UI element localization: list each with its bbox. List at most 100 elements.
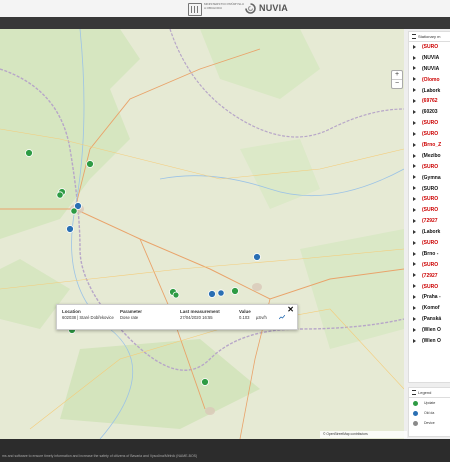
station-item[interactable]: (SURO (409, 184, 450, 195)
station-label: (Wien O (422, 338, 441, 345)
zoom-control: + − (391, 70, 403, 89)
station-item[interactable]: (Olomo (409, 75, 450, 86)
value-number: 0.103 (239, 315, 250, 320)
chart-icon[interactable] (279, 315, 285, 320)
station-item[interactable]: (NUVIA (409, 64, 450, 75)
map-marker[interactable] (86, 160, 94, 168)
station-item[interactable]: (Wien O (409, 325, 450, 336)
station-item[interactable]: (72927 (409, 271, 450, 282)
last-measurement-header: Last measurement (180, 309, 220, 314)
map-marker[interactable] (25, 149, 33, 157)
zoom-in-button[interactable]: + (392, 71, 402, 79)
map-marker[interactable] (253, 253, 261, 261)
list-icon (412, 390, 416, 396)
caret-right-icon (413, 316, 416, 321)
caret-right-icon (413, 55, 416, 60)
station-label: (SURO (422, 131, 439, 138)
station-label: (SURO (422, 207, 439, 214)
station-item[interactable]: (SURO (409, 282, 450, 293)
legend-item: Old da (409, 408, 450, 418)
station-item[interactable]: (Brno - (409, 249, 450, 260)
caret-right-icon (413, 251, 416, 256)
legend-label: Old da (424, 411, 435, 415)
station-label: (SURO (422, 185, 439, 192)
legend-label: Update (424, 401, 436, 405)
stations-list: (SURO (NUVIA (NUVIA (Olomo (Labork (69762 (602… (409, 42, 450, 347)
station-item[interactable]: (Panská (409, 314, 450, 325)
map-marker[interactable] (70, 207, 78, 215)
caret-right-icon (413, 218, 416, 223)
map-marker[interactable] (56, 191, 64, 199)
caret-right-icon (413, 240, 416, 245)
station-item[interactable]: (SURO (409, 205, 450, 216)
station-item[interactable]: (SURO (409, 42, 450, 53)
caret-right-icon (413, 99, 416, 104)
station-label: (Mezibo (422, 152, 441, 159)
map-marker[interactable] (208, 290, 216, 298)
caret-right-icon (413, 186, 416, 191)
station-item[interactable]: (72927 (409, 216, 450, 227)
station-item[interactable]: (NUVIA (409, 53, 450, 64)
close-button[interactable]: ✕ (287, 305, 294, 314)
station-item[interactable]: (Mezibo (409, 151, 450, 162)
map-attribution[interactable]: © OpenStreetMap contributors (320, 431, 407, 438)
list-icon (412, 34, 416, 40)
station-item[interactable]: (Labork (409, 227, 450, 238)
station-item[interactable]: (SURO (409, 238, 450, 249)
parameter-header: Parameter (120, 309, 143, 314)
caret-right-icon (413, 142, 416, 147)
station-item[interactable]: (69762 (409, 96, 450, 107)
station-label: (72927 (422, 272, 438, 279)
station-label: (SURO (422, 283, 439, 290)
station-item[interactable]: (60203 (409, 107, 450, 118)
map-marker[interactable] (201, 378, 209, 386)
zoom-out-button[interactable]: − (392, 79, 402, 88)
caret-right-icon (413, 327, 416, 332)
parameter-value: Dose rate (120, 315, 139, 320)
caret-right-icon (413, 262, 416, 267)
station-item[interactable]: (SURO (409, 129, 450, 140)
legend-item: Device (409, 418, 450, 428)
map-marker[interactable] (66, 225, 74, 233)
station-item[interactable]: (Brno_Z (409, 140, 450, 151)
nav-bar (0, 17, 450, 29)
caret-right-icon (413, 88, 416, 93)
station-label: (SURO (422, 120, 439, 127)
station-label: (NUVIA (422, 54, 440, 61)
station-item[interactable]: (SURO (409, 194, 450, 205)
station-item[interactable]: (Labork (409, 86, 450, 97)
map-view[interactable]: + − (0, 29, 404, 439)
station-label: (Praha - (422, 294, 441, 301)
caret-right-icon (413, 306, 416, 311)
map-marker[interactable] (217, 289, 225, 297)
map-marker[interactable] (231, 287, 239, 295)
station-label: (SURO (422, 44, 439, 50)
caret-right-icon (413, 120, 416, 125)
station-item[interactable]: (Komof (409, 303, 450, 314)
station-item[interactable]: (Gymna (409, 173, 450, 184)
marker-icon (413, 420, 418, 426)
location-header: Location (62, 309, 81, 314)
caret-right-icon (413, 110, 416, 115)
caret-right-icon (413, 273, 416, 278)
station-label: (Panská (422, 316, 442, 323)
site-footer: ms and software to ensure timely informa… (0, 439, 450, 462)
map-marker[interactable] (172, 291, 180, 299)
footer-text: ms and software to ensure timely informa… (2, 454, 198, 458)
station-item[interactable]: (Praha - (409, 292, 450, 303)
caret-right-icon (413, 77, 416, 82)
station-item[interactable]: (SURO (409, 162, 450, 173)
caret-right-icon (413, 229, 416, 234)
station-label: (Brno_Z (422, 142, 442, 149)
station-item[interactable]: (SURO (409, 118, 450, 129)
station-item[interactable]: (SURO (409, 260, 450, 271)
station-label: (60203 (422, 109, 438, 116)
measurement-popup: Location 602038 | Staré Dobřekovice Para… (56, 304, 298, 330)
caret-right-icon (413, 44, 416, 49)
marker-icon (413, 400, 418, 406)
station-label: (SURO (422, 261, 439, 268)
station-item[interactable]: (Wien O (409, 336, 450, 347)
station-label: (Gymna (422, 174, 441, 181)
nuvia-logo-icon (245, 3, 256, 14)
brand-name[interactable]: NUVIA (259, 3, 288, 13)
